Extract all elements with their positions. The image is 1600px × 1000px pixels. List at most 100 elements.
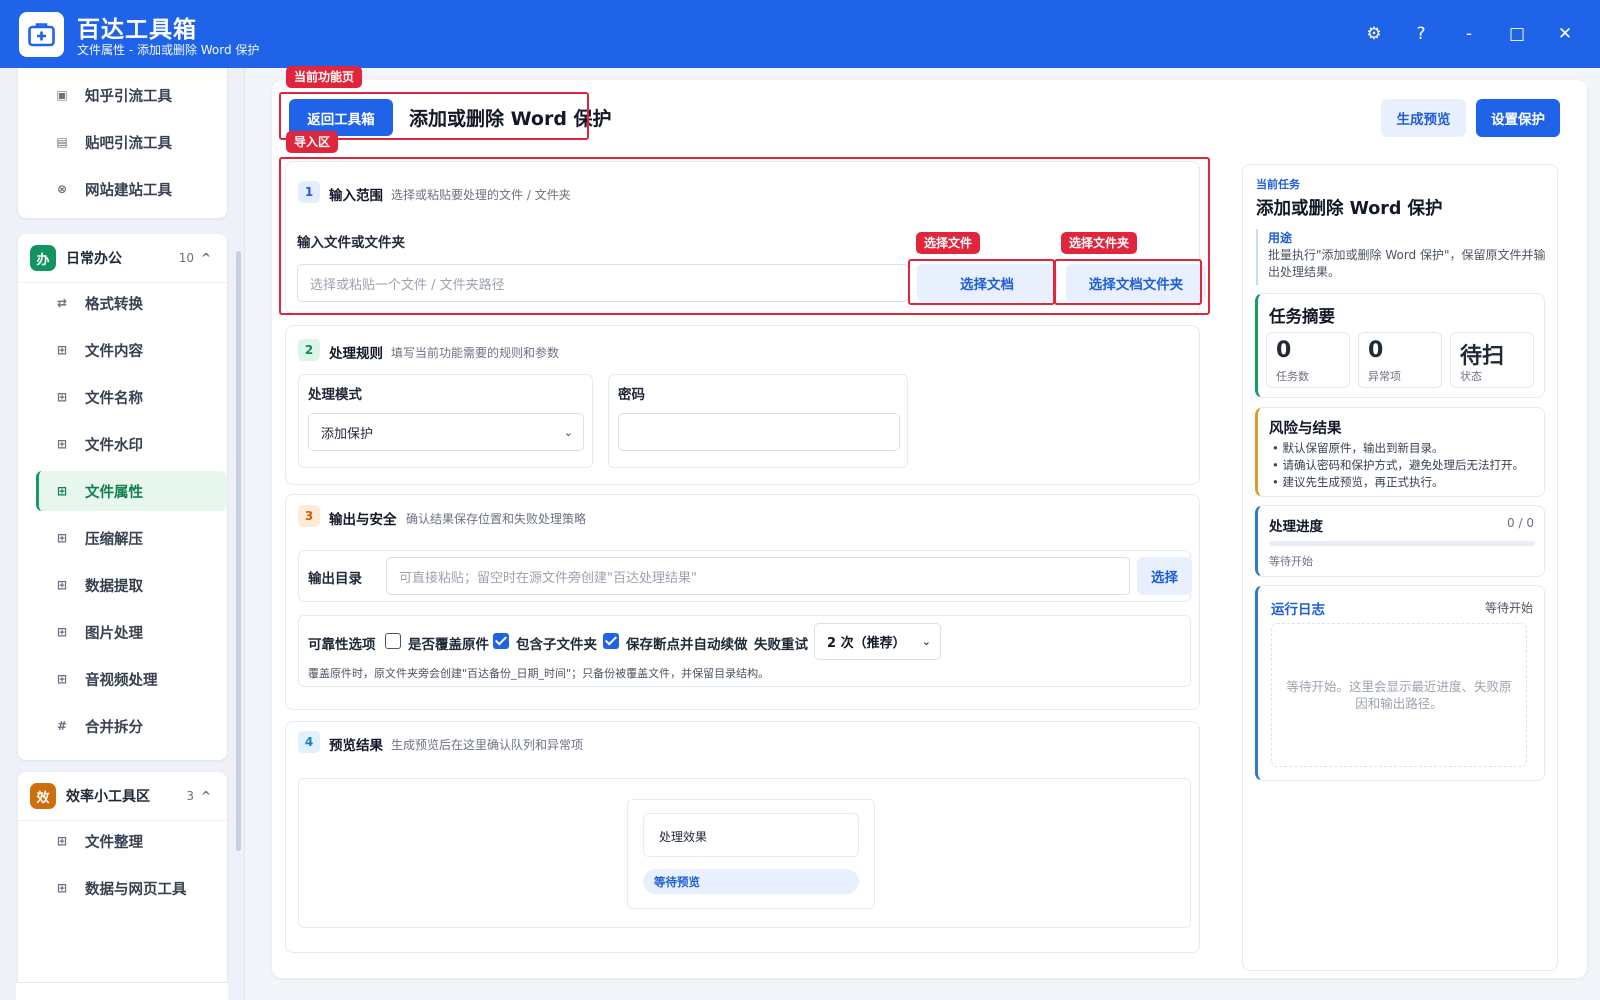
- section-output: 3 输出与安全 确认结果保存位置和失败处理策略 输出目录 可直接粘贴；留空时在源…: [285, 494, 1200, 710]
- resume-label: 保存断点并自动续做: [626, 637, 748, 653]
- input-path-field[interactable]: 选择或粘贴一个文件 / 文件夹路径: [297, 264, 909, 302]
- main-panel: 返回工具箱 添加或删除 Word 保护 生成预览 设置保护 1 输入范围 选择或…: [272, 80, 1587, 978]
- subfolders-checkbox[interactable]: [493, 633, 509, 649]
- stat-value: 待扫: [1460, 344, 1505, 369]
- app-title: 百达工具箱: [77, 17, 197, 43]
- section-desc: 选择或粘贴要处理的文件 / 文件夹: [391, 188, 571, 202]
- sidebar-group-office: 办 日常办公 10 ^ ⇄ 格式转换 ⊞ 文件内容 ⊞ 文件名称 ⊞ 文件水印 …: [18, 234, 227, 760]
- section-title: 输出与安全: [329, 512, 397, 528]
- choose-document-folder-button[interactable]: 选择文档文件夹: [1066, 264, 1206, 302]
- section-desc: 确认结果保存位置和失败处理策略: [406, 512, 587, 526]
- sidebar-item-media[interactable]: ⊞ 音视频处理: [36, 659, 227, 699]
- help-icon[interactable]: ?: [1407, 20, 1435, 48]
- purpose-text: 批量执行"添加或删除 Word 保护"，保留原文件并输出处理结果。: [1268, 248, 1546, 279]
- generate-preview-button[interactable]: 生成预览: [1381, 99, 1466, 137]
- task-panel: 当前任务 添加或删除 Word 保护 用途 批量执行"添加或删除 Word 保护…: [1242, 164, 1558, 971]
- stat-task-count: 0 任务数: [1266, 332, 1350, 388]
- password-card: 密码: [608, 374, 908, 468]
- group-header-tools[interactable]: 效 效率小工具区 3 ^: [30, 776, 219, 816]
- close-button[interactable]: ✕: [1551, 20, 1579, 48]
- resume-checkbox[interactable]: [603, 633, 619, 649]
- section-preview: 4 预览结果 生成预览后在这里确认队列和异常项 处理效果 等待预览: [285, 721, 1200, 953]
- sidebar-item-image[interactable]: ⊞ 图片处理: [36, 612, 227, 652]
- sidebar-item-label: 网站建站工具: [85, 182, 172, 199]
- risk-item: • 请确认密码和保护方式，避免处理后无法打开。: [1272, 458, 1524, 472]
- password-input[interactable]: [618, 413, 900, 451]
- sidebar-item-website[interactable]: ⊗ 网站建站工具: [36, 169, 227, 209]
- hash-icon: #: [56, 719, 68, 733]
- risk-card: 风险与结果 • 默认保留原件，输出到新目录。 • 请确认密码和保护方式，避免处理…: [1255, 407, 1545, 497]
- toolbox-icon: [28, 23, 55, 47]
- section-desc: 生成预览后在这里确认队列和异常项: [391, 738, 584, 752]
- sidebar-item-label: 贴吧引流工具: [85, 135, 172, 152]
- collapse-caret-icon[interactable]: ^: [201, 251, 211, 265]
- office-badge: 办: [30, 245, 56, 271]
- mode-select-value: 添加保护: [321, 426, 374, 442]
- sidebar-item-file-organize[interactable]: ⊞ 文件整理: [36, 821, 227, 861]
- output-label: 输出目录: [308, 571, 362, 587]
- choose-folder-tag: 选择文件夹: [1061, 232, 1138, 254]
- risk-title: 风险与结果: [1269, 421, 1342, 437]
- set-protection-button[interactable]: 设置保护: [1476, 99, 1560, 137]
- maximize-button[interactable]: □: [1503, 20, 1531, 48]
- section-number: 3: [298, 505, 320, 527]
- input-field-label: 输入文件或文件夹: [297, 235, 405, 251]
- sidebar-item-watermark[interactable]: ⊞ 文件水印: [36, 424, 227, 464]
- choose-document-button[interactable]: 选择文档: [917, 264, 1057, 302]
- swap-icon: ⇄: [56, 296, 68, 310]
- group-header-office[interactable]: 办 日常办公 10 ^: [30, 238, 219, 278]
- sidebar-item-merge-split[interactable]: # 合并拆分: [36, 706, 227, 746]
- sidebar-item-file-content[interactable]: ⊞ 文件内容: [36, 330, 227, 370]
- grid-icon: ⊞: [56, 881, 68, 895]
- section-number: 2: [298, 339, 320, 361]
- settings-gear-icon[interactable]: ⚙: [1360, 20, 1388, 48]
- sidebar-item-compress[interactable]: ⊞ 压缩解压: [36, 518, 227, 558]
- sidebar-group-tools: 效 效率小工具区 3 ^ ⊞ 文件整理 ⊞ 数据与网页工具: [18, 772, 227, 1000]
- app-logo: [19, 12, 64, 57]
- sidebar-item-file-name[interactable]: ⊞ 文件名称: [36, 377, 227, 417]
- sidebar-item-tieba[interactable]: ▤ 贴吧引流工具: [36, 122, 227, 162]
- import-area-tag: 导入区: [286, 131, 339, 153]
- progress-count: 0 / 0: [1507, 516, 1534, 530]
- more-products-link[interactable]: 更多功能或产品: [16, 982, 228, 1000]
- page-title: 添加或删除 Word 保护: [409, 108, 612, 130]
- grid-icon: ⊞: [56, 578, 68, 592]
- sidebar-scrollbar[interactable]: [236, 251, 241, 851]
- minimize-button[interactable]: -: [1455, 20, 1483, 48]
- output-dir-input[interactable]: 可直接粘贴；留空时在源文件旁创建"百达处理结果": [386, 557, 1130, 595]
- sidebar-item-data-web[interactable]: ⊞ 数据与网页工具: [36, 868, 227, 908]
- overwrite-checkbox[interactable]: [385, 633, 401, 649]
- choose-file-tag: 选择文件: [916, 232, 981, 254]
- choose-output-button[interactable]: 选择: [1137, 557, 1192, 595]
- section-title: 预览结果: [329, 738, 383, 754]
- risk-item: • 建议先生成预览，再正式执行。: [1272, 475, 1444, 489]
- grid-icon: ⊞: [56, 672, 68, 686]
- doc-icon: ▤: [56, 135, 68, 149]
- retry-label: 失败重试: [754, 637, 808, 653]
- sidebar-group-marketing: ▣ 知乎引流工具 ▤ 贴吧引流工具 ⊗ 网站建站工具: [18, 68, 227, 218]
- collapse-caret-icon[interactable]: ^: [201, 789, 211, 803]
- sidebar-item-label: 格式转换: [85, 296, 143, 313]
- log-status: 等待开始: [1484, 601, 1533, 615]
- log-output[interactable]: 等待开始。这里会显示最近进度、失败原因和输出路径。: [1271, 623, 1527, 767]
- sidebar-item-label: 图片处理: [85, 625, 143, 642]
- sidebar-item-file-properties[interactable]: ⊞ 文件属性: [36, 471, 227, 511]
- progress-bar: [1269, 541, 1535, 546]
- mode-select[interactable]: 添加保护 ⌄: [308, 413, 584, 451]
- stat-value: 0: [1276, 338, 1292, 363]
- sidebar-item-zhihu[interactable]: ▣ 知乎引流工具: [36, 75, 227, 115]
- current-page-tag: 当前功能页: [286, 66, 363, 88]
- purpose-box: 用途 批量执行"添加或删除 Word 保护"，保留原文件并输出处理结果。: [1256, 229, 1546, 285]
- sidebar-item-format-convert[interactable]: ⇄ 格式转换: [36, 283, 227, 323]
- grid-icon: ⊞: [56, 531, 68, 545]
- progress-card: 处理进度 0 / 0 等待开始: [1255, 505, 1545, 577]
- grid-icon: ⊞: [56, 390, 68, 404]
- stat-label: 状态: [1460, 370, 1482, 383]
- effect-label: 处理效果: [643, 813, 859, 857]
- retry-select[interactable]: 2 次（推荐） ⌄: [814, 623, 941, 660]
- reliability-note: 覆盖原件时，原文件夹旁会创建"百达备份_日期_时间"；只备份被覆盖文件，并保留目…: [308, 667, 770, 680]
- sidebar-item-data-extract[interactable]: ⊞ 数据提取: [36, 565, 227, 605]
- grid-icon: ⊞: [56, 484, 68, 498]
- group-count: 3: [186, 789, 194, 803]
- log-title: 运行日志: [1271, 602, 1325, 618]
